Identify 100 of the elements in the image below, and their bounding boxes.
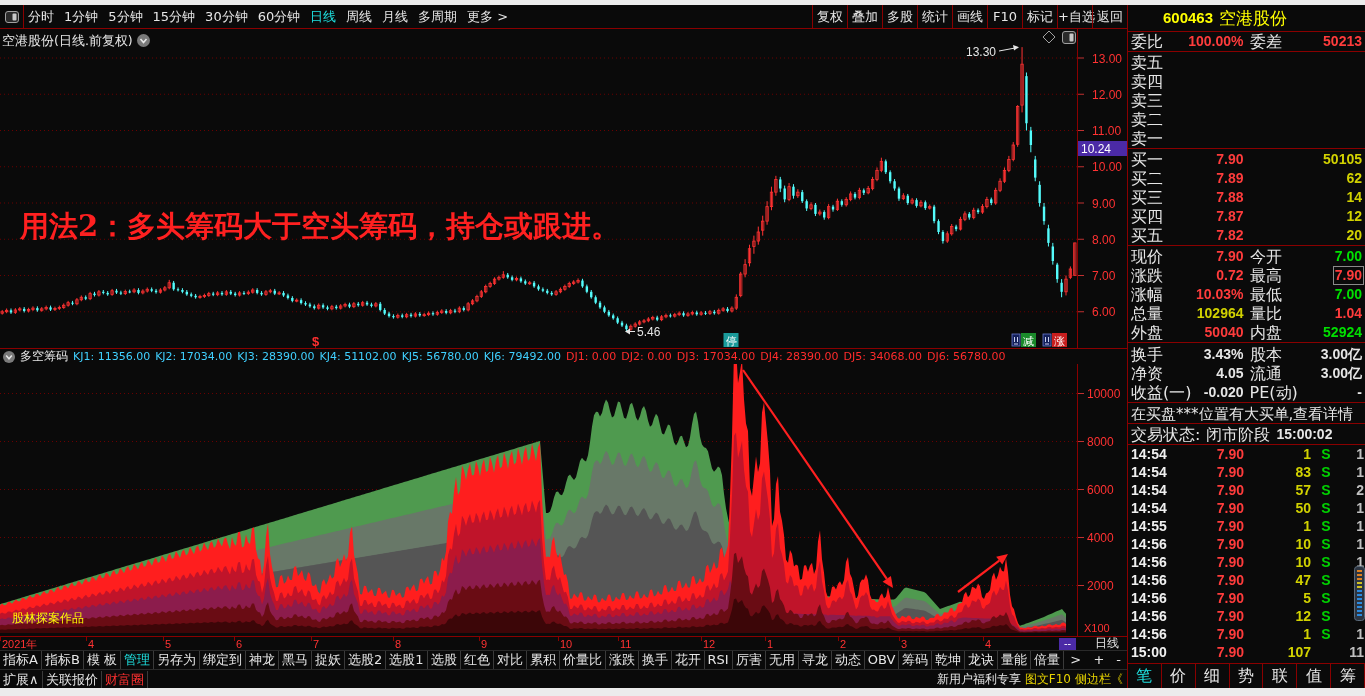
indicator-tab[interactable]: 涨跌 [605, 651, 639, 669]
trade-volume: 107 [1287, 643, 1311, 661]
period-tab[interactable]: 月线 [382, 8, 409, 25]
indicator-tab[interactable]: 倍量 [1031, 651, 1065, 669]
indicator-tab[interactable]: 选股2 [344, 651, 387, 669]
diamond-icon[interactable] [1042, 30, 1056, 44]
period-tab[interactable]: 60分钟 [257, 8, 301, 25]
indicator-tab[interactable]: 量能 [998, 651, 1032, 669]
indicator-tab[interactable]: 累积 [526, 651, 560, 669]
indicator-tab[interactable]: 管理 [120, 651, 154, 669]
indicator-tab[interactable]: 选股1 [386, 651, 428, 669]
low-price-label: 5.46 [637, 325, 661, 339]
status-time: 15:00:02 [1276, 426, 1333, 443]
trade-side: S [1321, 571, 1331, 589]
trade-count: 1 [1356, 625, 1365, 643]
axis-tick-label: 2000 [1087, 579, 1114, 593]
panel-toggle-icon[interactable] [1062, 31, 1076, 44]
trade-price: 7.90 [1216, 517, 1244, 535]
indicator-tab[interactable]: 动态 [831, 651, 865, 669]
toolbar-button[interactable]: F10 [987, 5, 1022, 28]
trade-volume: 57 [1295, 481, 1311, 499]
period-tab[interactable]: 周线 [346, 8, 373, 25]
indicator-tab[interactable]: 神龙 [245, 651, 279, 669]
indicator-tab[interactable]: 捉妖 [311, 651, 345, 669]
collapse-button[interactable]: -- [1059, 637, 1076, 650]
period-tab[interactable]: 多周期 [418, 8, 458, 25]
scroll-right-button[interactable]: > [1064, 652, 1088, 668]
toolbar-button[interactable]: 多股 [882, 5, 917, 28]
indicator-tab[interactable]: 无用 [765, 651, 799, 669]
indicator-tab[interactable]: 红色 [460, 651, 494, 669]
zoom-in-button[interactable]: + [1087, 652, 1111, 668]
indicator-tab[interactable]: 对比 [493, 651, 527, 669]
trade-count: 1 [1356, 517, 1365, 535]
footer-link[interactable]: 侧边栏《 [1075, 671, 1123, 687]
period-tab[interactable]: 更多 > [467, 8, 509, 25]
bid-volume: 14 [1345, 189, 1363, 206]
dropdown-icon[interactable] [136, 34, 150, 47]
indicator-tab[interactable]: 另存为 [153, 651, 200, 669]
trade-volume: 1 [1303, 625, 1311, 643]
stock-code: 600463 [1163, 9, 1214, 27]
leader-arrow [998, 45, 1019, 52]
high-price-label: 13.30 [966, 45, 997, 59]
sidebar-toggle-icon[interactable] [4, 10, 19, 23]
axis-tick-label: 13.00 [1092, 51, 1123, 66]
indicator-tab[interactable]: 花开 [671, 651, 705, 669]
period-tab[interactable]: 分时 [28, 8, 54, 25]
axis-tick-label: 9.00 [1092, 196, 1116, 211]
trade-volume: 12 [1295, 607, 1311, 625]
trade-price: 7.90 [1216, 481, 1244, 499]
indicator-tab[interactable]: 绑定到 [199, 651, 246, 669]
period-tab[interactable]: 日线 [310, 8, 337, 25]
level-meter-icon [1354, 566, 1365, 621]
big-order-notice[interactable]: 在买盘***位置有大买单,查看详情 [1131, 404, 1354, 423]
indicator-tab[interactable]: 指标B [41, 651, 84, 669]
trade-volume: 50 [1295, 499, 1311, 517]
toolbar-button[interactable]: 标记 [1022, 5, 1057, 28]
footer-button[interactable]: 财富圈 [101, 670, 148, 688]
footer-button[interactable]: 关联报价 [42, 670, 102, 688]
indicator-tab[interactable]: RSI [704, 651, 733, 669]
ask-label: 卖三 [1131, 91, 1163, 110]
indicator-tab[interactable]: 模 板 [83, 651, 121, 669]
zoom-out-button[interactable]: - [1110, 652, 1127, 668]
indicator-tab[interactable]: 厉害 [732, 651, 766, 669]
dropdown-icon[interactable] [3, 350, 15, 363]
trade-time: 14:54 [1130, 499, 1168, 517]
quote-label: 外盘 [1131, 323, 1163, 342]
period-button[interactable]: 日线 [1093, 637, 1121, 650]
indicator-tab[interactable]: 价量比 [559, 651, 606, 669]
quote-value: - [1356, 384, 1363, 401]
toolbar-button[interactable]: 复权 [812, 5, 847, 28]
period-tab[interactable]: 5分钟 [108, 8, 143, 25]
indicator-tab[interactable]: 指标A [0, 651, 42, 669]
quote-value: 7.00 [1333, 286, 1363, 303]
toolbar-button[interactable]: 统计 [917, 5, 952, 28]
indicator-tab[interactable]: 选股 [427, 651, 461, 669]
footer-link[interactable]: 图文F10 [1024, 671, 1071, 687]
footer-button[interactable]: 扩展∧ [0, 670, 43, 688]
trade-price: 7.90 [1216, 553, 1244, 571]
quote-label: 涨跌 [1131, 266, 1163, 285]
quote-value: 3.00亿 [1319, 346, 1363, 363]
indicator-tab[interactable]: OBV [864, 651, 900, 669]
indicator-tab[interactable]: 筹码 [899, 651, 933, 669]
indicator-tab[interactable]: 龙诀 [965, 651, 999, 669]
toolbar-button[interactable]: 画线 [952, 5, 987, 28]
promo-link[interactable]: 新用户福利专享 [936, 671, 1021, 687]
period-tab[interactable]: 15分钟 [152, 8, 196, 25]
quote-label: 委比 [1131, 32, 1163, 51]
axis-tick-label: 8000 [1087, 435, 1114, 449]
quote-label: 换手 [1131, 345, 1163, 364]
indicator-tab[interactable]: 黑马 [278, 651, 312, 669]
ask-label: 卖五 [1131, 53, 1163, 72]
indicator-tab[interactable]: 换手 [638, 651, 672, 669]
period-tab[interactable]: 30分钟 [205, 8, 248, 25]
quote-label: 总量 [1131, 304, 1163, 323]
indicator-tab[interactable]: 乾坤 [932, 651, 966, 669]
indicator-tab[interactable]: 寻龙 [798, 651, 832, 669]
trade-volume: 5 [1303, 589, 1311, 607]
period-tab[interactable]: 1分钟 [64, 8, 99, 25]
toolbar-button[interactable]: 叠加 [847, 5, 882, 28]
quote-label: 现价 [1131, 247, 1163, 266]
